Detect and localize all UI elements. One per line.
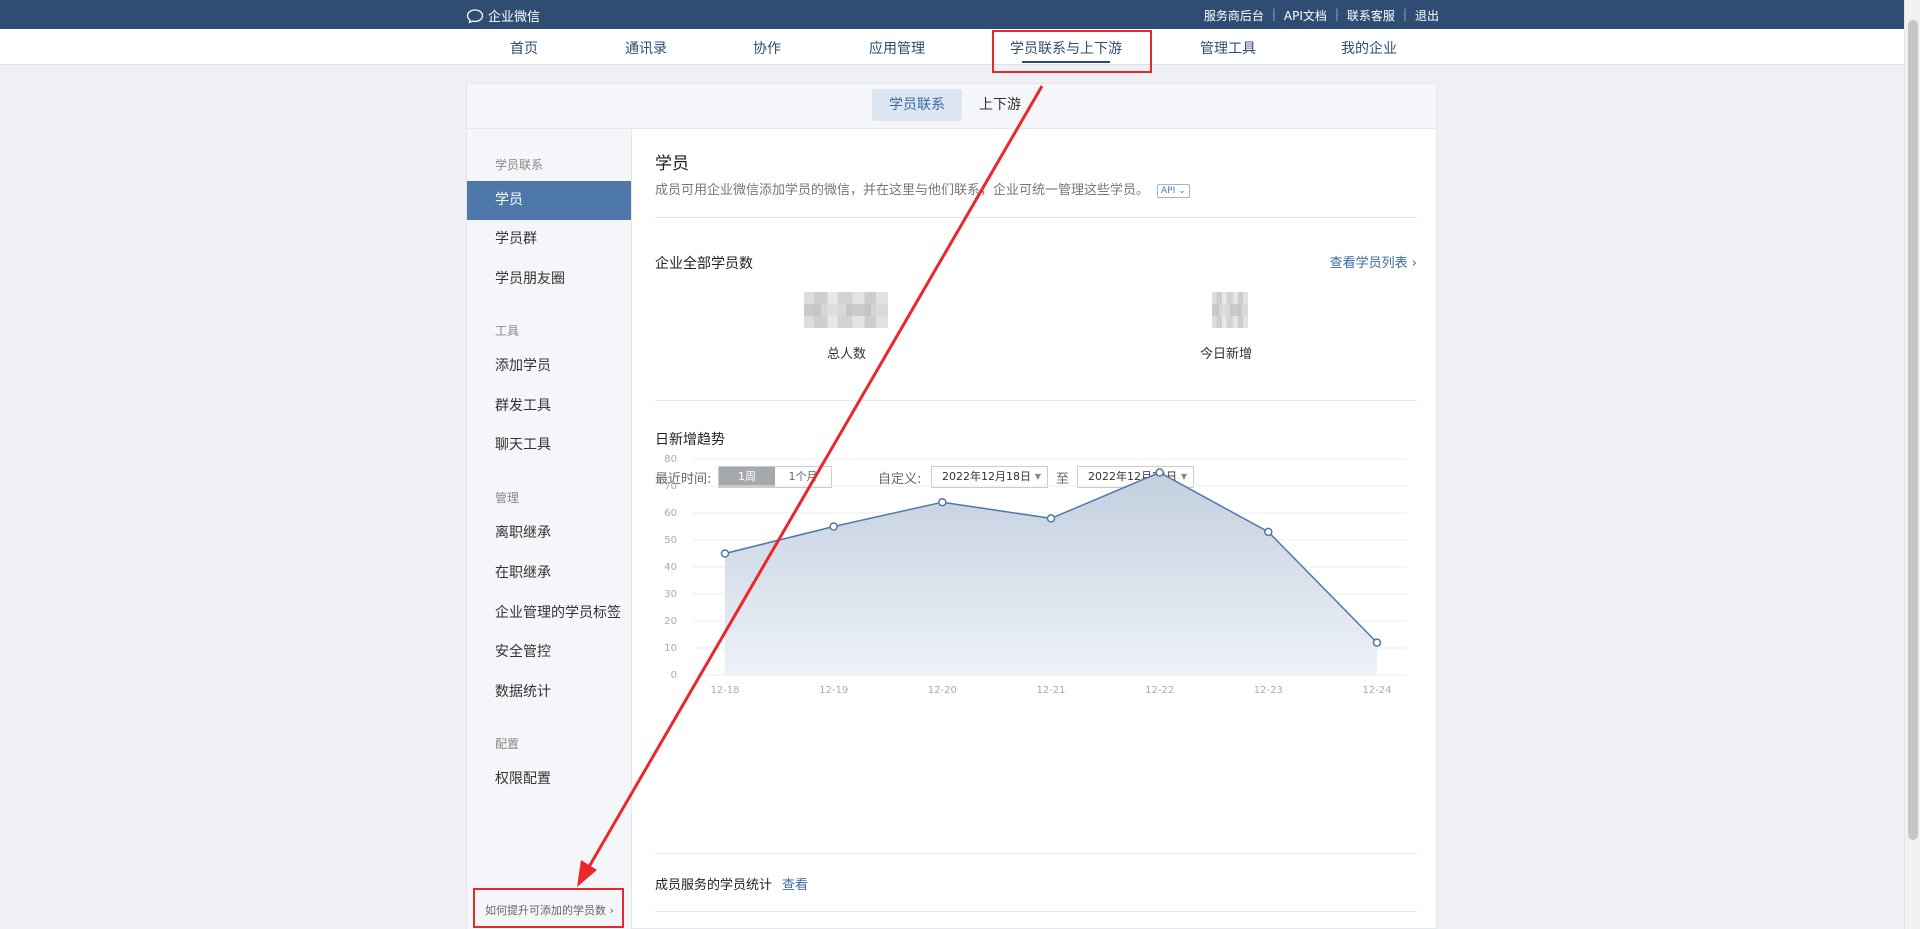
sidebar-item-student-tags[interactable]: 企业管理的学员标签 <box>467 594 631 633</box>
annotation-box-nav <box>992 30 1152 73</box>
nav-collaboration[interactable]: 协作 <box>753 38 781 58</box>
today-new-label: 今日新增 <box>1200 347 1253 362</box>
chat-bubble-icon <box>466 8 484 24</box>
sidebar-item-add-student[interactable]: 添加学员 <box>467 347 631 386</box>
divider <box>655 853 1417 854</box>
main-nav: 首页 通讯录 协作 应用管理 学员联系与上下游 管理工具 我的企业 <box>0 29 1904 65</box>
service-stats-view-link[interactable]: 查看 <box>782 878 808 893</box>
view-student-list-link[interactable]: 查看学员列表 › <box>1330 252 1417 271</box>
y-tick-label: 60 <box>664 508 677 519</box>
divider <box>655 400 1417 401</box>
annotation-box-footer-link <box>473 888 624 928</box>
sidebar-item-statistics[interactable]: 数据统计 <box>467 673 631 712</box>
logo-text: 企业微信 <box>488 10 541 25</box>
daily-trend-chart: 0 10 20 30 40 50 60 70 80 12-18 12-19 12-20 12-21 12-… <box>664 454 1407 696</box>
sidebar-group-config: 配置 <box>495 737 520 751</box>
nav-home[interactable]: 首页 <box>510 38 538 58</box>
provider-console-link[interactable]: 服务商后台 <box>1204 7 1264 24</box>
separator: | <box>1271 7 1276 21</box>
sidebar-item-students[interactable]: 学员 <box>467 181 631 220</box>
data-point <box>1264 527 1273 537</box>
data-point <box>720 549 730 558</box>
api-dropdown-badge[interactable]: API ⌄ <box>1157 183 1190 198</box>
logout-link[interactable]: 退出 <box>1415 7 1439 24</box>
contact-support-link[interactable]: 联系客服 <box>1347 7 1395 24</box>
sidebar-group-tools: 工具 <box>495 324 520 338</box>
api-docs-link[interactable]: API文档 <box>1284 7 1327 24</box>
y-tick-label: 30 <box>664 589 677 600</box>
y-tick-label: 70 <box>664 481 677 492</box>
y-tick-label: 10 <box>664 643 677 654</box>
service-stats-title: 成员服务的学员统计 <box>655 878 773 893</box>
nav-management-tools[interactable]: 管理工具 <box>1200 38 1256 58</box>
area-fill <box>725 472 1377 675</box>
total-students-title: 企业全部学员数 <box>655 256 753 272</box>
data-point <box>829 522 838 531</box>
nav-app-management[interactable]: 应用管理 <box>869 38 925 58</box>
page-scrollbar[interactable] <box>1904 0 1920 929</box>
total-count-label: 总人数 <box>827 347 867 362</box>
x-tick-label: 12-23 <box>1254 685 1283 696</box>
total-count-value-blurred <box>804 292 888 328</box>
chevron-down-icon: ⌄ <box>1178 185 1186 196</box>
main-card: 学员联系 上下游 学员联系 学员 学员群 学员朋友圈 工具 添加学员 群发工具 … <box>466 83 1437 929</box>
divider <box>655 217 1417 218</box>
data-point <box>1046 514 1056 523</box>
sidebar-item-broadcast-tool[interactable]: 群发工具 <box>467 387 631 426</box>
separator: | <box>1334 7 1339 21</box>
api-badge-label: API <box>1161 185 1176 196</box>
y-tick-label: 50 <box>664 535 677 546</box>
sidebar-item-permissions[interactable]: 权限配置 <box>467 760 631 799</box>
page-description: 成员可用企业微信添加学员的微信，并在这里与他们联系，企业可统一管理这些学员。 AP… <box>655 179 1190 198</box>
subtab-student-contacts[interactable]: 学员联系 <box>872 89 962 121</box>
y-tick-label: 0 <box>671 670 677 681</box>
sidebar-group-student-contacts: 学员联系 <box>495 158 544 172</box>
x-tick-label: 12-19 <box>819 685 848 696</box>
sidebar-item-security[interactable]: 安全管控 <box>467 633 631 672</box>
y-tick-label: 20 <box>664 616 677 627</box>
nav-contacts[interactable]: 通讯录 <box>625 38 667 58</box>
separator: | <box>1402 7 1407 21</box>
top-links: 服务商后台 | API文档 | 联系客服 | 退出 <box>1204 7 1439 24</box>
page-title: 学员 <box>655 154 689 174</box>
divider <box>655 911 1417 912</box>
scrollbar-thumb[interactable] <box>1908 20 1918 840</box>
wecom-logo[interactable]: 企业微信 <box>466 6 540 25</box>
x-tick-label: 12-21 <box>1036 685 1065 696</box>
y-tick-label: 40 <box>664 562 677 573</box>
sidebar-item-resign-inherit[interactable]: 离职继承 <box>467 514 631 553</box>
service-stats-row: 成员服务的学员统计 查看 <box>655 874 808 893</box>
sub-tabs: 学员联系 上下游 <box>467 84 1436 129</box>
x-tick-label: 12-24 <box>1362 685 1391 696</box>
today-new-value-blurred <box>1212 292 1248 328</box>
data-point <box>1372 638 1382 647</box>
daily-trend-title: 日新增趋势 <box>655 432 725 448</box>
page-description-text: 成员可用企业微信添加学员的微信，并在这里与他们联系，企业可统一管理这些学员。 <box>655 183 1150 198</box>
data-point <box>1155 468 1164 477</box>
sidebar-item-student-groups[interactable]: 学员群 <box>467 220 631 259</box>
sidebar-item-student-moments[interactable]: 学员朋友圈 <box>467 260 631 299</box>
y-tick-label: 80 <box>664 454 677 465</box>
top-bar: 企业微信 服务商后台 | API文档 | 联系客服 | 退出 <box>0 0 1920 29</box>
nav-my-company[interactable]: 我的企业 <box>1341 38 1397 58</box>
sidebar: 学员联系 学员 学员群 学员朋友圈 工具 添加学员 群发工具 聊天工具 管理 离… <box>467 129 632 929</box>
x-tick-label: 12-20 <box>928 685 957 696</box>
sidebar-item-onjob-inherit[interactable]: 在职继承 <box>467 554 631 593</box>
x-tick-label: 12-22 <box>1145 685 1174 696</box>
data-point <box>938 497 947 507</box>
sidebar-item-chat-tool[interactable]: 聊天工具 <box>467 426 631 465</box>
x-tick-label: 12-18 <box>710 685 739 696</box>
subtab-upstream-downstream[interactable]: 上下游 <box>962 89 1038 121</box>
sidebar-group-management: 管理 <box>495 491 520 505</box>
